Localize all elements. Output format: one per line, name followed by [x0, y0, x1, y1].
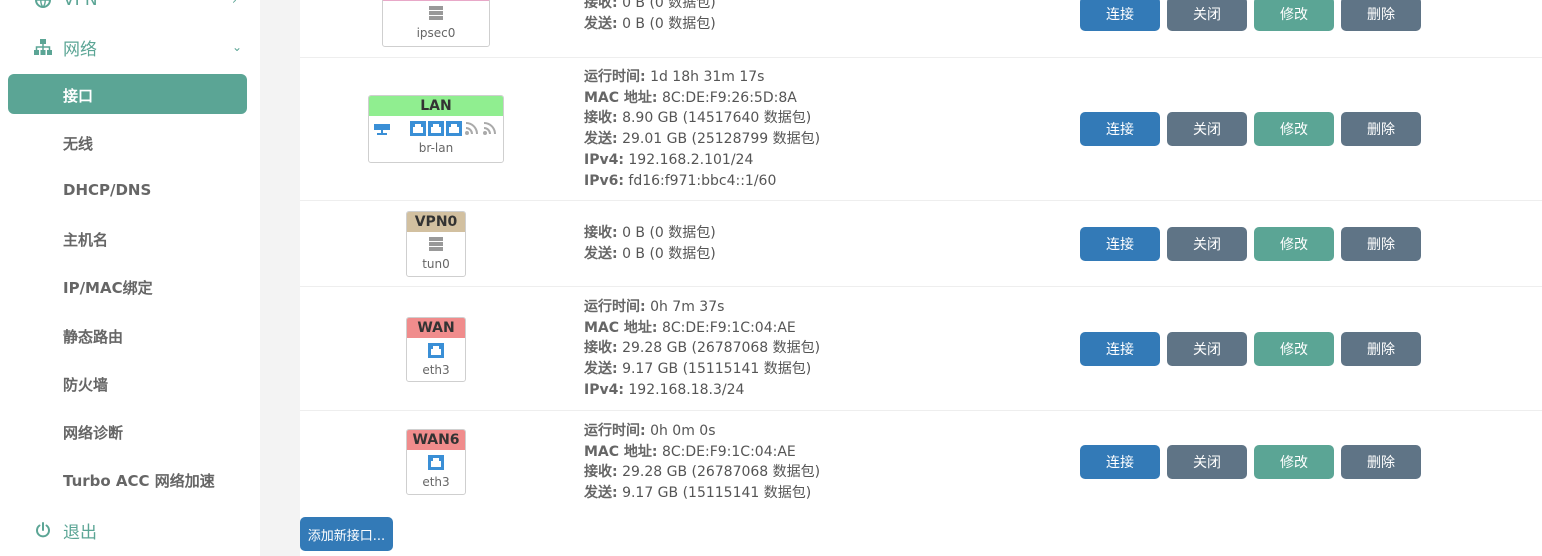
uptime-value: 0h 0m 0s — [650, 423, 716, 439]
sidebar-item-diagnostics[interactable]: 网络诊断 — [63, 422, 123, 443]
mac-value: 8C:DE:F9:1C:04:AE — [661, 443, 796, 460]
sitemap-icon — [34, 38, 52, 56]
table-row: WAN6 eth3 运行时间: 0h 0m 0s MAC 地址: 8C:DE:F… — [300, 411, 1542, 511]
chevron-down-icon: ⌄ — [232, 40, 243, 54]
sidebar-group-network-label: 网络 — [63, 39, 97, 60]
tx-value: 0 B (0 数据包) — [622, 245, 716, 262]
interface-badge: VPN0 tun0 — [406, 211, 466, 277]
tx-value: 9.17 GB (15115141 数据包) — [622, 485, 812, 502]
server-icon — [428, 236, 444, 256]
rx-value: 29.28 GB (26787068 数据包) — [622, 464, 821, 481]
interfaces-panel: ipsec0 接收: 0 B (0 数据包) 发送: 0 B (0 数据包) 连… — [300, 0, 1542, 556]
interface-info: 运行时间: 0h 7m 37s MAC 地址: 8C:DE:F9:1C:04:A… — [584, 299, 821, 398]
server-icon — [428, 5, 444, 25]
ethernet-port-icon — [446, 120, 462, 140]
connect-button[interactable]: 连接 — [1080, 0, 1160, 31]
chevron-right-icon: › — [232, 0, 237, 7]
interface-name: LAN — [369, 96, 503, 116]
sidebar-group-vpn-label: VPN — [63, 0, 98, 10]
sidebar-item-wireless[interactable]: 无线 — [63, 133, 93, 154]
table-row: WAN eth3 运行时间: 0h 7m 37s MAC 地址: 8C:DE:F… — [300, 287, 1542, 411]
power-icon — [34, 521, 52, 539]
delete-button[interactable]: 删除 — [1341, 227, 1421, 261]
interface-info: 运行时间: 0h 0m 0s MAC 地址: 8C:DE:F9:1C:04:AE… — [584, 423, 821, 502]
bridge-icon — [374, 121, 390, 140]
sidebar-item-ip-mac-binding[interactable]: IP/MAC绑定 — [63, 277, 153, 298]
sidebar-item-hostnames[interactable]: 主机名 — [63, 229, 108, 250]
sidebar-group-network[interactable]: 网络 ⌄ — [0, 35, 260, 60]
delete-button[interactable]: 删除 — [1341, 445, 1421, 479]
uptime-value: 1d 18h 31m 17s — [650, 69, 765, 85]
sidebar-item-interfaces[interactable]: 接口 — [8, 74, 247, 114]
sidebar-item-static-routes[interactable]: 静态路由 — [63, 326, 123, 347]
connect-button[interactable]: 连接 — [1080, 445, 1160, 479]
ipv4-value: 192.168.18.3/24 — [628, 381, 745, 398]
mac-value: 8C:DE:F9:1C:04:AE — [661, 319, 796, 336]
ethernet-port-icon — [410, 120, 426, 140]
globe-icon — [34, 0, 52, 9]
sidebar-logout-label: 退出 — [63, 522, 97, 543]
add-interface-button[interactable]: 添加新接口... — [300, 517, 393, 551]
stop-button[interactable]: 关闭 — [1167, 112, 1247, 146]
tx-value: 29.01 GB (25128799 数据包) — [622, 131, 821, 148]
table-row: ipsec0 接收: 0 B (0 数据包) 发送: 0 B (0 数据包) 连… — [300, 0, 1542, 58]
stop-button[interactable]: 关闭 — [1167, 445, 1247, 479]
interface-name: WAN — [407, 318, 465, 338]
interface-info: 接收: 0 B (0 数据包) 发送: 0 B (0 数据包) — [584, 0, 716, 34]
stop-button[interactable]: 关闭 — [1167, 332, 1247, 366]
ethernet-port-icon — [428, 454, 444, 474]
interface-device: eth3 — [422, 475, 450, 489]
edit-button[interactable]: 修改 — [1254, 112, 1334, 146]
mac-value: 8C:DE:F9:26:5D:8A — [661, 89, 797, 106]
edit-button[interactable]: 修改 — [1254, 0, 1334, 31]
interface-device: br-lan — [418, 141, 454, 155]
interface-badge: ipsec0 — [382, 0, 490, 47]
rx-value: 0 B (0 数据包) — [622, 225, 716, 241]
sidebar: VPN › 网络 ⌄ 接口 无线 DHCP/DNS 主机名 IP/MAC绑定 静… — [0, 0, 260, 556]
table-row: VPN0 tun0 接收: 0 B (0 数据包) 发送: 0 B (0 数据包… — [300, 201, 1542, 287]
connect-button[interactable]: 连接 — [1080, 227, 1160, 261]
tx-value: 9.17 GB (15115141 数据包) — [622, 361, 812, 378]
rx-value: 29.28 GB (26787068 数据包) — [622, 340, 821, 357]
interface-device: ipsec0 — [416, 26, 456, 40]
interface-badge: LAN br-lan — [368, 95, 504, 163]
sidebar-item-dhcp-dns[interactable]: DHCP/DNS — [63, 181, 151, 199]
edit-button[interactable]: 修改 — [1254, 227, 1334, 261]
wifi-icon — [464, 121, 480, 140]
interface-device: eth3 — [422, 363, 450, 377]
sidebar-item-firewall[interactable]: 防火墙 — [63, 374, 108, 395]
ipv4-value: 192.168.2.101/24 — [628, 151, 754, 168]
delete-button[interactable]: 删除 — [1341, 332, 1421, 366]
interface-name: VPN0 — [407, 212, 465, 232]
interface-name — [383, 0, 489, 1]
sidebar-item-label: 接口 — [63, 87, 94, 105]
sidebar-item-turbo-acc[interactable]: Turbo ACC 网络加速 — [63, 470, 215, 491]
sidebar-logout[interactable]: 退出 — [0, 518, 260, 543]
sidebar-group-vpn[interactable]: VPN › — [0, 0, 260, 12]
connect-button[interactable]: 连接 — [1080, 112, 1160, 146]
interface-device: tun0 — [422, 257, 450, 271]
delete-button[interactable]: 删除 — [1341, 112, 1421, 146]
connect-button[interactable]: 连接 — [1080, 332, 1160, 366]
stop-button[interactable]: 关闭 — [1167, 227, 1247, 261]
interface-info: 接收: 0 B (0 数据包) 发送: 0 B (0 数据包) — [584, 225, 716, 262]
interface-badge: WAN6 eth3 — [406, 429, 466, 495]
interface-name: WAN6 — [407, 430, 465, 450]
wifi-icon — [482, 121, 498, 140]
delete-button[interactable]: 删除 — [1341, 0, 1421, 31]
table-row: LAN br-lan 运行时间: 1d 18h 31m 17s MAC 地址: … — [300, 58, 1542, 201]
rx-value: 0 B (0 数据包) — [622, 0, 716, 11]
ethernet-port-icon — [428, 342, 444, 362]
edit-button[interactable]: 修改 — [1254, 445, 1334, 479]
uptime-value: 0h 7m 37s — [650, 299, 725, 315]
stop-button[interactable]: 关闭 — [1167, 0, 1247, 31]
edit-button[interactable]: 修改 — [1254, 332, 1334, 366]
ethernet-port-icon — [428, 120, 444, 140]
ipv6-value: fd16:f971:bbc4::1/60 — [628, 172, 777, 189]
rx-value: 8.90 GB (14517640 数据包) — [622, 110, 812, 127]
interface-info: 运行时间: 1d 18h 31m 17s MAC 地址: 8C:DE:F9:26… — [584, 69, 821, 189]
interface-badge: WAN eth3 — [406, 317, 466, 382]
tx-value: 0 B (0 数据包) — [622, 15, 716, 32]
